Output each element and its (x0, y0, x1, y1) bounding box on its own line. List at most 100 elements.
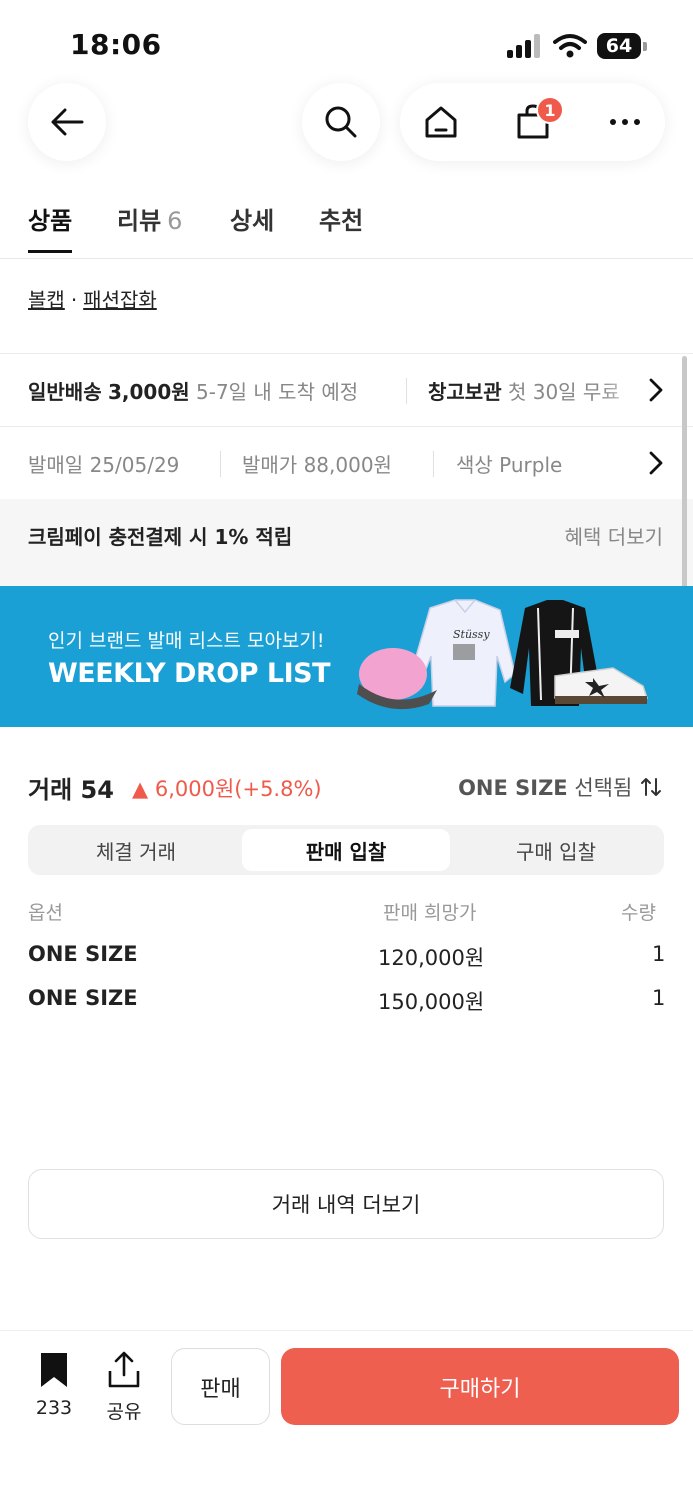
divider (220, 451, 221, 477)
trade-label: 거래 (28, 776, 73, 804)
banner-title: WEEKLY DROP LIST (48, 658, 331, 689)
column-header-price: 판매 희망가 (383, 902, 477, 924)
shipping-eta: 5-7일 내 도착 예정 (196, 380, 359, 404)
shipping-label: 일반배송 (28, 380, 102, 404)
buy-button[interactable]: 구매하기 (281, 1348, 679, 1425)
trade-history-more-button[interactable]: 거래 내역 더보기 (28, 1169, 664, 1239)
back-arrow-icon (51, 108, 84, 136)
wifi-icon (553, 34, 587, 58)
product-tabs: 상품 리뷰 6 상세 추천 (0, 195, 693, 259)
banner-subtitle: 인기 브랜드 발매 리스트 모아보기! (48, 630, 325, 652)
sell-button[interactable]: 판매 (171, 1348, 270, 1425)
battery-icon: 64 (597, 33, 647, 59)
tab-label: 리뷰 (117, 207, 162, 235)
trade-type-segment: 체결 거래 판매 입찰 구매 입찰 (28, 825, 664, 875)
segment-buy-bids[interactable]: 구매 입찰 (452, 829, 660, 871)
search-button[interactable] (302, 83, 380, 161)
cart-button[interactable] (494, 83, 572, 161)
status-time: 18:06 (70, 28, 162, 61)
release-price-value: 88,000원 (303, 453, 392, 477)
storage-text: 창고보관 첫 30일 무료 (428, 376, 620, 405)
tab-review[interactable]: 리뷰 6 (117, 201, 182, 253)
shipping-info-row[interactable]: 일반배송 3,000원 5-7일 내 도착 예정 창고보관 첫 30일 무료 (0, 353, 693, 426)
trade-count: 거래 54 (28, 770, 114, 805)
share-icon (108, 1351, 140, 1388)
storage-label: 창고보관 (428, 380, 502, 404)
tab-label: 추천 (319, 207, 364, 235)
row-price: 120,000원 (378, 946, 485, 970)
divider (406, 378, 407, 404)
search-icon (325, 106, 357, 138)
weekly-drop-banner[interactable]: 인기 브랜드 발매 리스트 모아보기! WEEKLY DROP LIST Stü… (0, 586, 693, 727)
bookmark-icon (41, 1353, 67, 1387)
cart-count-badge: 1 (536, 96, 564, 124)
share-label: 공유 (106, 1401, 142, 1423)
selected-size: ONE SIZE (458, 776, 568, 800)
column-header-option: 옵션 (28, 902, 63, 924)
segment-sell-bids[interactable]: 판매 입찰 (242, 829, 450, 871)
breadcrumb: 볼캡 · 패션잡화 (28, 284, 157, 313)
tab-recommend[interactable]: 추천 (319, 201, 363, 253)
breadcrumb-category-link[interactable]: 패션잡화 (83, 288, 157, 312)
shipping-text: 일반배송 3,000원 5-7일 내 도착 예정 (28, 376, 358, 405)
release-price-label: 발매가 (242, 453, 298, 477)
home-icon (425, 106, 457, 138)
text-fade (600, 364, 645, 416)
release-date-value: 25/05/29 (89, 453, 180, 477)
tab-label: 상품 (28, 207, 73, 235)
chevron-right-icon[interactable] (645, 376, 667, 404)
share-button[interactable]: 공유 (102, 1351, 146, 1424)
row-option: ONE SIZE (28, 942, 138, 966)
price-change-value: 6,000원(+5.8%) (154, 777, 322, 801)
sort-arrows-icon (641, 778, 661, 796)
row-price: 150,000원 (378, 990, 485, 1014)
cream-pay-text: 크림페이 충전결제 시 1% 적립 (28, 521, 292, 550)
cream-pay-text-pre: 크림페이 충전결제 시 (28, 525, 215, 549)
shipping-fee: 3,000원 (107, 380, 190, 404)
breadcrumb-brand-link[interactable]: 볼캡 (28, 288, 65, 312)
section-gap (0, 571, 693, 586)
column-header-qty: 수량 (621, 902, 656, 924)
row-qty: 1 (652, 986, 666, 1010)
banner-product-images: Stüssy (357, 599, 649, 710)
status-bar: 18:06 64 (0, 0, 693, 90)
chevron-right-icon[interactable] (645, 449, 667, 477)
divider (433, 451, 434, 477)
cream-pay-benefit-row[interactable]: 크림페이 충전결제 시 1% 적립 혜택 더보기 (0, 499, 693, 571)
bookmark-button[interactable]: 233 (30, 1351, 78, 1419)
bookmark-count: 233 (35, 1397, 73, 1419)
benefit-more-link[interactable]: 혜택 더보기 (565, 521, 663, 550)
row-option: ONE SIZE (28, 986, 138, 1010)
row-qty: 1 (652, 942, 666, 966)
scrollbar[interactable] (682, 356, 687, 596)
size-selector[interactable]: ONE SIZE 선택됨 (458, 772, 663, 802)
breadcrumb-separator: · (70, 288, 78, 312)
more-dots-icon (610, 119, 640, 125)
cellular-signal-icon (507, 34, 543, 58)
tab-label: 상세 (230, 207, 275, 235)
tab-product[interactable]: 상품 (28, 201, 73, 253)
tab-detail[interactable]: 상세 (230, 201, 274, 253)
up-arrow-icon: ▲ (132, 777, 149, 801)
top-action-group (400, 83, 665, 161)
bottom-action-bar: 233 공유 판매 구매하기 (0, 1330, 693, 1500)
color-value: Purple (499, 453, 563, 477)
trade-count-value: 54 (80, 776, 114, 804)
color-label: 색상 (456, 453, 493, 477)
release-price: 발매가 88,000원 (242, 449, 392, 478)
svg-text:Stüssy: Stüssy (453, 628, 490, 641)
back-button[interactable] (28, 83, 106, 161)
battery-level: 64 (597, 33, 641, 59)
review-count: 6 (167, 207, 183, 235)
selected-size-suffix: 선택됨 (574, 776, 633, 800)
product-color: 색상 Purple (456, 449, 562, 478)
segment-completed-trades[interactable]: 체결 거래 (32, 829, 240, 871)
more-options-button[interactable] (586, 83, 664, 161)
cream-pay-text-post: 적립 (248, 525, 293, 549)
release-info-row[interactable]: 발매일 25/05/29 발매가 88,000원 색상 Purple (0, 426, 693, 499)
release-date: 발매일 25/05/29 (28, 449, 179, 478)
cream-pay-rate: 1% (214, 525, 249, 549)
home-button[interactable] (402, 83, 480, 161)
price-change: ▲ 6,000원(+5.8%) (132, 773, 322, 803)
release-date-label: 발매일 (28, 453, 84, 477)
